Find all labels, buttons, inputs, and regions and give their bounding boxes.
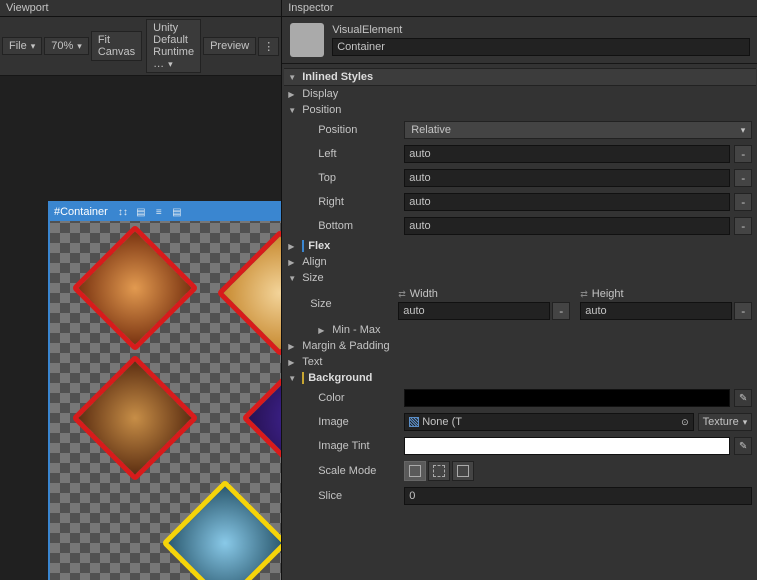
chevron-down-icon [288, 73, 298, 82]
tint-color-swatch[interactable] [404, 437, 730, 455]
zoom-dropdown[interactable]: 70% [44, 37, 89, 55]
section-display[interactable]: Display [284, 86, 756, 102]
prop-size: Size ⇄Width - ⇄Height - [284, 286, 756, 322]
bg-image-field[interactable]: None (T⊙ [404, 413, 693, 431]
prop-right: Right - [284, 190, 756, 214]
image-type-dropdown[interactable]: Texture [698, 413, 753, 431]
canvas-root[interactable]: #Container ↕↕ ▤ ≡ ▤ [48, 201, 281, 580]
unit-button[interactable]: - [734, 145, 752, 163]
scale-fit-button[interactable] [452, 461, 474, 481]
position-dropdown[interactable]: Relative [404, 121, 752, 139]
ui-item-3[interactable] [90, 373, 180, 463]
width-input[interactable] [398, 302, 550, 320]
section-position[interactable]: Position [284, 102, 756, 118]
link-icon[interactable]: ⇄ [580, 289, 588, 300]
unit-button[interactable]: - [734, 169, 752, 187]
inspector-body[interactable]: Inlined Styles Display Position Position… [282, 64, 757, 580]
height-input[interactable] [580, 302, 732, 320]
container-element[interactable]: #Container ↕↕ ▤ ≡ ▤ [50, 203, 281, 580]
object-picker-icon: ⊙ [681, 417, 689, 428]
section-align[interactable]: Align [284, 254, 756, 270]
inspector-head-row: VisualElement [282, 17, 757, 63]
kebab-menu-icon[interactable]: ⋮ [258, 37, 279, 56]
align-end-icon[interactable]: ▤ [170, 205, 184, 219]
selection-label: #Container [54, 206, 108, 218]
prop-image-tint: Image Tint ✎ [284, 434, 756, 458]
chevron-right-icon [288, 358, 298, 367]
section-background[interactable]: Background [284, 370, 756, 386]
prop-scale-mode: Scale Mode [284, 458, 756, 484]
chevron-right-icon [288, 90, 298, 99]
unit-button[interactable]: - [734, 193, 752, 211]
prop-left: Left - [284, 142, 756, 166]
prop-position: Position Relative [284, 118, 756, 142]
chevron-down-icon [288, 274, 298, 283]
viewport-panel: Viewport File 70% Fit Canvas Unity Defau… [0, 0, 282, 580]
ui-item-5[interactable] [180, 498, 270, 580]
chevron-down-icon [288, 106, 298, 115]
eyedropper-icon[interactable]: ✎ [734, 389, 752, 407]
chevron-right-icon [288, 342, 298, 351]
link-icon[interactable]: ⇄ [398, 289, 406, 300]
section-margin-padding[interactable]: Margin & Padding [284, 338, 756, 354]
section-size[interactable]: Size [284, 270, 756, 286]
unit-button[interactable]: - [734, 217, 752, 235]
viewport-toolbar: File 70% Fit Canvas Unity Default Runtim… [0, 17, 281, 76]
unit-button[interactable]: - [734, 302, 752, 320]
bottom-input[interactable] [404, 217, 730, 235]
align-center-icon[interactable]: ≡ [152, 205, 166, 219]
ui-item-1[interactable] [90, 243, 180, 333]
element-type-label: VisualElement [332, 24, 750, 36]
section-text[interactable]: Text [284, 354, 756, 370]
prop-bg-color: Color ✎ [284, 386, 756, 410]
selection-bar: #Container ↕↕ ▤ ≡ ▤ [50, 203, 281, 221]
inspector-header: Inspector [282, 0, 757, 17]
element-preview-swatch[interactable] [290, 23, 324, 57]
ui-item-4[interactable] [260, 373, 281, 463]
eyedropper-icon[interactable]: ✎ [734, 437, 752, 455]
prop-bg-image: Image None (T⊙ Texture [284, 410, 756, 434]
theme-dropdown[interactable]: Unity Default Runtime … [146, 19, 201, 73]
prop-slice: Slice [284, 484, 756, 508]
file-menu[interactable]: File [2, 37, 42, 55]
slice-input[interactable] [404, 487, 752, 505]
prop-bottom: Bottom - [284, 214, 756, 238]
canvas-area[interactable]: #Container ↕↕ ▤ ≡ ▤ [0, 76, 281, 580]
align-start-icon[interactable]: ▤ [134, 205, 148, 219]
preview-button[interactable]: Preview [203, 37, 256, 55]
element-name-input[interactable] [332, 38, 750, 56]
viewport-header: Viewport [0, 0, 281, 17]
scale-stretch-button[interactable] [404, 461, 426, 481]
scale-crop-button[interactable] [428, 461, 450, 481]
chevron-right-icon [288, 258, 298, 267]
chevron-down-icon [288, 374, 298, 383]
left-input[interactable] [404, 145, 730, 163]
inspector-panel: Inspector VisualElement Inlined Styles D… [282, 0, 757, 580]
chevron-right-icon [288, 242, 298, 251]
top-input[interactable] [404, 169, 730, 187]
chevron-right-icon [318, 326, 328, 335]
ui-item-2[interactable] [235, 248, 281, 338]
bg-color-swatch[interactable] [404, 389, 730, 407]
fit-canvas-button[interactable]: Fit Canvas [91, 31, 142, 61]
section-inlined-styles[interactable]: Inlined Styles [284, 68, 756, 86]
right-input[interactable] [404, 193, 730, 211]
texture-icon [409, 417, 419, 427]
unit-button[interactable]: - [552, 302, 570, 320]
prop-top: Top - [284, 166, 756, 190]
flex-direction-icon[interactable]: ↕↕ [116, 205, 130, 219]
section-flex[interactable]: Flex [284, 238, 756, 254]
section-minmax[interactable]: Min - Max [284, 322, 756, 338]
